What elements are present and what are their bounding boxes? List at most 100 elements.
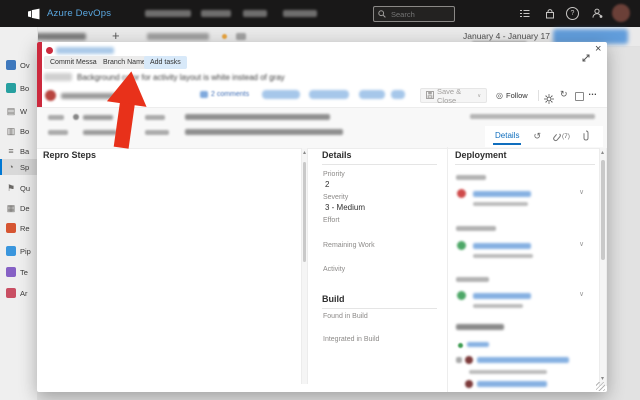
search-input[interactable]	[389, 8, 445, 20]
follow-button[interactable]: ◎ Follow	[496, 88, 528, 103]
tag-pill-blurred[interactable]	[359, 90, 385, 99]
state-dot	[73, 114, 79, 120]
project-name-blurred[interactable]	[31, 33, 86, 40]
release-link-blurred[interactable]	[473, 243, 531, 249]
sprint-date-range: January 4 - January 17	[463, 31, 550, 41]
sidebar-item-boards[interactable]: ▥ Bo	[0, 123, 37, 139]
search-box[interactable]	[373, 6, 455, 22]
pull-request-link-blurred[interactable]	[477, 357, 569, 363]
found-in-build-label: Found in Build	[323, 313, 368, 320]
sidebar-item-pipelines[interactable]: Pip	[0, 243, 37, 259]
follow-eye-icon: ◎	[496, 91, 503, 100]
pull-request-link-blurred[interactable]	[477, 381, 547, 387]
sidebar-item-test-plans[interactable]: Te	[0, 264, 37, 280]
sidebar-item-repos[interactable]: Re	[0, 220, 37, 236]
fullscreen-icon[interactable]	[575, 92, 584, 101]
release-subtext-blurred	[473, 254, 533, 258]
boards-grid-icon: ▥	[6, 125, 16, 136]
chevron-down-icon[interactable]: ∨	[579, 188, 584, 196]
assignee-avatar[interactable]	[45, 90, 56, 101]
team-selector-blurred[interactable]	[147, 33, 209, 40]
marketplace-bag-icon[interactable]	[543, 7, 557, 20]
edit-icon-blurred[interactable]	[236, 33, 246, 40]
attachments-tab[interactable]	[582, 128, 590, 146]
sidebar-item-overview[interactable]: Ov	[0, 57, 37, 73]
refresh-icon[interactable]: ↻	[560, 89, 568, 100]
work-items-icon: ▤	[6, 105, 16, 116]
nav-item-blurred[interactable]	[201, 10, 231, 17]
pr-avatar	[465, 380, 473, 388]
pr-icon-blurred	[456, 357, 462, 363]
priority-value[interactable]: 2	[325, 180, 329, 189]
sidebar-item-queries[interactable]: ⚑ Qu	[0, 180, 37, 196]
nav-item-blurred[interactable]	[145, 10, 191, 17]
column-divider	[447, 147, 448, 392]
resize-grip[interactable]	[596, 382, 605, 391]
help-icon[interactable]: ?	[566, 7, 579, 20]
avatar[interactable]	[612, 4, 630, 22]
sidebar-item-artifacts[interactable]: Ar	[0, 285, 37, 301]
sidebar-item-work-items[interactable]: ▤ W	[0, 103, 37, 119]
add-tasks-button[interactable]: Add tasks	[144, 56, 187, 69]
work-item-id-link-blurred[interactable]	[56, 47, 114, 54]
comments-icon	[200, 91, 208, 98]
expand-dialog-icon[interactable]	[581, 50, 591, 68]
severity-value[interactable]: 3 - Medium	[325, 203, 365, 212]
release-status-red-icon	[457, 189, 466, 198]
details-divider	[322, 164, 437, 165]
deployment-stage-label-blurred	[456, 277, 489, 282]
tab-details[interactable]: Details	[492, 131, 522, 145]
tag-pill-blurred[interactable]	[262, 90, 300, 99]
save-dropdown-caret[interactable]: ∨	[477, 93, 481, 99]
chevron-down-icon[interactable]: ∨	[579, 290, 584, 298]
scroll-up-icon[interactable]: ▴	[601, 150, 604, 156]
backlogs-icon: ≡	[8, 145, 14, 156]
integrated-in-build-label: Integrated in Build	[323, 336, 380, 343]
detail-tabs: Details ↺ (7)	[485, 126, 603, 147]
tag-pill-blurred[interactable]	[391, 90, 405, 99]
priority-label: Priority	[323, 171, 345, 178]
brand-title[interactable]: Azure DevOps	[47, 8, 111, 19]
effort-label: Effort	[323, 217, 340, 224]
sidebar-item-boards-hub[interactable]: Bo	[0, 80, 37, 96]
overview-icon	[6, 60, 16, 70]
release-link-blurred[interactable]	[473, 191, 531, 197]
save-and-close-button[interactable]: Save & Close ∨	[420, 87, 487, 105]
comments-link[interactable]: 2 comments	[211, 91, 249, 98]
top-bar: Azure DevOps ?	[0, 0, 640, 27]
sidebar-item-backlogs[interactable]: ≡ Ba	[0, 143, 37, 159]
add-tab-button[interactable]: +	[112, 28, 120, 43]
release-link-blurred[interactable]	[473, 293, 531, 299]
area-value-blurred[interactable]	[185, 114, 330, 120]
chevron-down-icon[interactable]: ∨	[579, 240, 584, 248]
release-status-green-icon	[457, 291, 466, 300]
sidebar-item-delivery-plans[interactable]: ▦ De	[0, 200, 37, 216]
remaining-work-label: Remaining Work	[323, 242, 375, 249]
dialog-scrollbar[interactable]: ▴ ▾	[599, 148, 607, 386]
nav-item-blurred[interactable]	[243, 10, 267, 17]
history-icon[interactable]: ↺	[533, 131, 541, 142]
reason-label-blurred	[48, 130, 68, 135]
nav-item-blurred[interactable]	[283, 10, 317, 17]
iteration-value-blurred[interactable]	[185, 129, 343, 135]
links-tab[interactable]: (7)	[553, 132, 570, 142]
work-list-icon[interactable]	[518, 7, 532, 20]
tag-pill-blurred[interactable]	[309, 90, 349, 99]
sidebar-item-sprints[interactable]: ◔ Sp	[0, 159, 37, 175]
scroll-up-icon[interactable]: ▴	[303, 150, 306, 156]
more-options-icon[interactable]: …	[588, 87, 597, 97]
middle-scrollbar-thumb[interactable]	[303, 162, 306, 262]
updated-by-blurred	[470, 114, 595, 119]
branch-link-blurred[interactable]	[467, 342, 489, 347]
deployment-divider	[455, 164, 595, 165]
dialog-scrollbar-thumb[interactable]	[601, 160, 605, 260]
deployment-stage-label-blurred	[456, 175, 486, 180]
user-settings-icon[interactable]	[590, 7, 604, 20]
close-dialog-icon[interactable]: ×	[595, 43, 601, 55]
work-item-title[interactable]: Background color for activity layout is …	[77, 73, 285, 82]
middle-scrollbar[interactable]: ▴	[301, 148, 308, 384]
azure-devops-logo-icon[interactable]	[28, 7, 40, 25]
pr-avatar	[465, 356, 473, 364]
release-subtext-blurred	[473, 202, 528, 206]
delivery-plans-icon: ▦	[6, 202, 16, 213]
